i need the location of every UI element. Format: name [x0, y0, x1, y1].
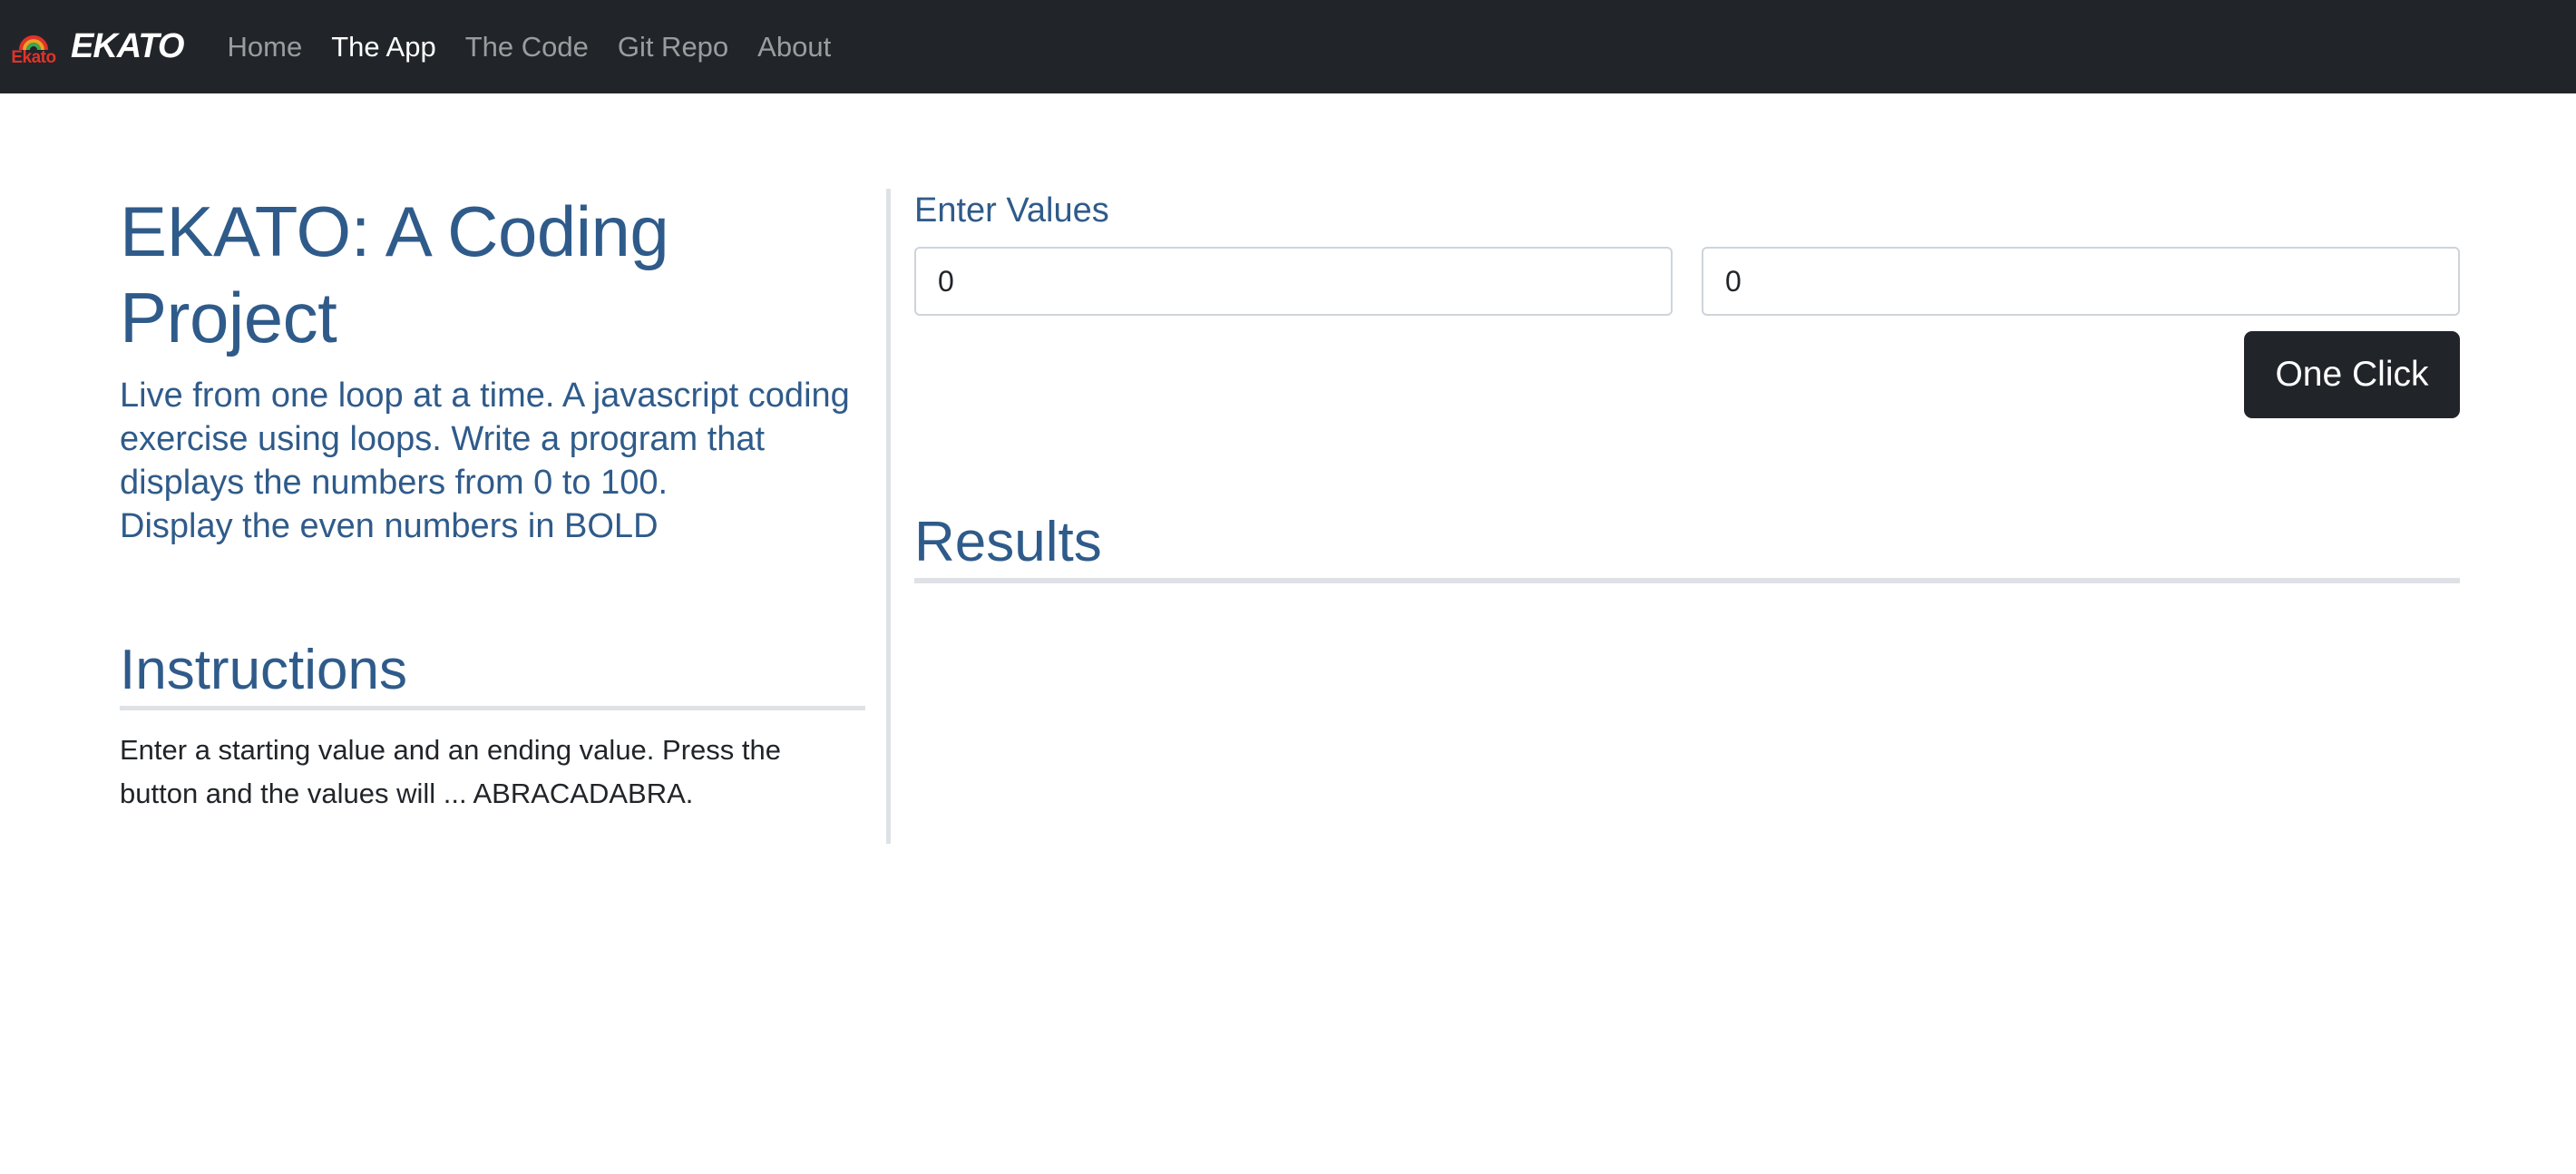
nav-link-home[interactable]: Home	[228, 31, 303, 64]
button-row: One Click	[914, 331, 2460, 418]
lead-text-prefix: Display the even numbers in	[120, 507, 565, 545]
end-value-input[interactable]	[1702, 247, 2460, 316]
top-navbar: Ekato EKATO Home The App The Code Git Re…	[0, 0, 2576, 93]
nav-link-about[interactable]: About	[757, 31, 831, 64]
nav-link-the-app[interactable]: The App	[331, 31, 435, 64]
instructions-heading: Instructions	[120, 637, 865, 710]
logo-text: Ekato	[11, 47, 56, 67]
nav-links: Home The App The Code Git Repo About	[228, 0, 861, 93]
intro-column: EKATO: A Coding Project Live from one lo…	[120, 189, 865, 816]
one-click-button[interactable]: One Click	[2244, 331, 2460, 418]
results-heading: Results	[914, 509, 2460, 583]
inputs-row	[914, 247, 2460, 316]
instructions-text: Enter a starting value and an ending val…	[120, 734, 781, 809]
lead-bold-word: BOLD	[564, 507, 659, 545]
lead-paragraph: Live from one loop at a time. A javascri…	[120, 374, 865, 548]
page-title: EKATO: A Coding Project	[120, 191, 669, 357]
enter-values-label: Enter Values	[914, 191, 1109, 230]
nav-link-git-repo[interactable]: Git Repo	[618, 31, 728, 64]
results-area	[914, 583, 2460, 765]
lead-text: Live from one loop at a time. A javascri…	[120, 377, 850, 502]
nav-link-the-code[interactable]: The Code	[465, 31, 589, 64]
ekato-logo-icon: Ekato	[5, 24, 62, 70]
brand-name: EKATO	[71, 27, 184, 65]
app-column: Enter Values One Click Results	[914, 189, 2460, 765]
brand-link[interactable]: Ekato EKATO	[0, 0, 184, 93]
start-value-input[interactable]	[914, 247, 1673, 316]
column-divider	[886, 189, 891, 844]
